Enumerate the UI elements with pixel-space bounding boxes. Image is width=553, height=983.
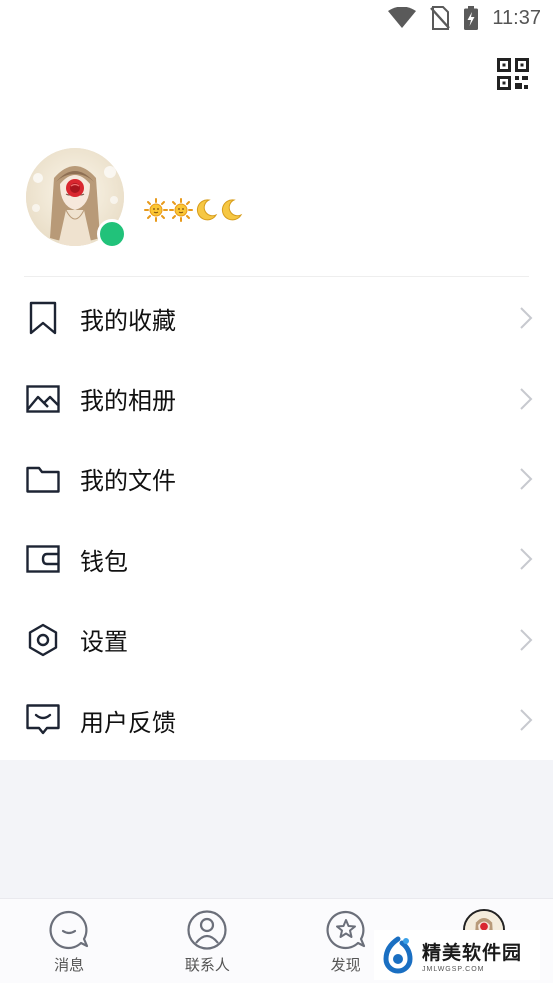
chevron-right-icon: [520, 468, 533, 490]
status-badges: [144, 198, 243, 222]
wifi-icon: [388, 7, 417, 29]
menu-item-label: 设置: [80, 628, 128, 657]
tab-label: 联系人: [184, 956, 230, 974]
status-time: 11:37: [492, 6, 541, 29]
qr-code-icon[interactable]: [497, 58, 529, 90]
menu-item-label: 钱包: [80, 547, 128, 576]
person-icon: [187, 910, 227, 950]
menu-item-files[interactable]: 我的文件: [0, 439, 553, 519]
tab-label: 发现: [330, 956, 361, 974]
watermark: 精美软件园 JMLWGSP.COM: [374, 930, 540, 980]
chevron-right-icon: [520, 387, 533, 410]
menu-item-label: 用户反馈: [80, 708, 176, 737]
bookmark-icon: [26, 301, 60, 335]
menu-list: 我的收藏 我的相册 我的文件 钱包 设置 用户反馈: [0, 278, 553, 760]
menu-item-settings[interactable]: 设置: [0, 600, 553, 680]
empty-background-area: [0, 760, 553, 898]
folder-icon: [26, 462, 60, 496]
profile-header[interactable]: [26, 148, 526, 249]
profile-page: 11:37 我的收藏 我的相册 我的文件 钱包 设置 用户反馈 消息 联系人 发…: [0, 0, 553, 983]
menu-item-feedback[interactable]: 用户反馈: [0, 680, 553, 760]
watermark-logo-icon: [383, 936, 413, 974]
chevron-right-icon: [520, 629, 533, 651]
watermark-text: 精美软件园 JMLWGSP.COM: [422, 938, 522, 973]
watermark-name: 精美软件园: [422, 941, 523, 964]
chevron-right-icon: [520, 548, 533, 571]
no-sim-icon: [430, 6, 451, 30]
menu-item-label: 我的相册: [80, 387, 176, 416]
sun-icon: [169, 198, 193, 222]
menu-item-label: 我的文件: [80, 467, 176, 496]
tab-contacts[interactable]: 联系人: [138, 899, 276, 983]
chevron-right-icon: [520, 307, 533, 329]
moon-icon: [221, 199, 243, 221]
battery-charging-icon: [464, 6, 479, 30]
menu-item-album[interactable]: 我的相册: [0, 358, 553, 438]
tab-label: 消息: [54, 956, 85, 974]
settings-hexagon-icon: [26, 623, 60, 657]
image-icon: [26, 382, 60, 416]
star-bubble-icon: [326, 910, 365, 950]
menu-item-favorites[interactable]: 我的收藏: [0, 278, 553, 358]
tab-messages[interactable]: 消息: [0, 899, 138, 983]
online-status-dot: [97, 219, 127, 249]
menu-item-label: 我的收藏: [80, 306, 176, 335]
feedback-icon: [26, 703, 60, 737]
status-bar: 11:37: [0, 0, 553, 36]
message-bubble-icon: [49, 910, 89, 950]
sun-icon: [144, 198, 168, 222]
moon-icon: [196, 199, 218, 221]
watermark-url: JMLWGSP.COM: [422, 965, 485, 973]
divider: [24, 276, 529, 277]
wallet-icon: [26, 542, 60, 576]
menu-item-wallet[interactable]: 钱包: [0, 519, 553, 599]
chevron-right-icon: [520, 709, 533, 731]
